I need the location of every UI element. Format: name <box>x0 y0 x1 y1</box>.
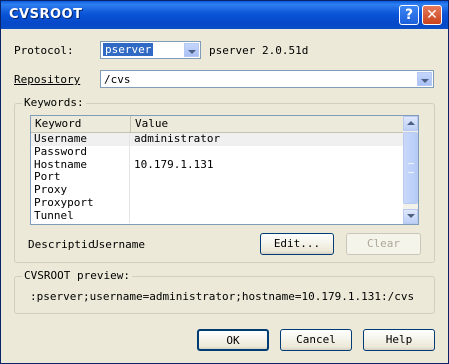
protocol-label: Protocol: <box>14 44 74 57</box>
table-row[interactable]: Username administrator <box>31 132 404 146</box>
table-row[interactable]: Password <box>31 144 404 159</box>
repository-value[interactable]: /cvs <box>104 73 131 86</box>
scroll-up-icon[interactable] <box>403 116 418 131</box>
close-icon[interactable]: ✕ <box>422 5 442 25</box>
clear-button: Clear <box>346 233 421 255</box>
column-header-value[interactable]: Value <box>131 116 404 132</box>
keywords-group-label: Keywords: <box>22 96 86 109</box>
preview-group-label: CVSROOT preview: <box>22 269 132 282</box>
chevron-down-icon[interactable] <box>184 43 199 57</box>
keyword-cell: Username <box>34 132 87 145</box>
table-row[interactable]: Port <box>31 171 404 185</box>
protocol-version: pserver 2.0.51d <box>209 44 309 57</box>
edit-button-label: Edit... <box>273 237 321 250</box>
keyword-cell: Tunnel <box>34 208 74 222</box>
keyword-cell: Proxyport <box>34 195 94 209</box>
cvsroot-preview-text: :pserver;username=administrator;hostname… <box>30 290 415 303</box>
keywords-list-header: Keyword Value <box>31 116 404 133</box>
help-button[interactable]: Help <box>363 329 435 351</box>
table-row[interactable]: Proxyport <box>31 195 404 210</box>
column-header-keyword[interactable]: Keyword <box>31 116 131 132</box>
chevron-down-icon[interactable] <box>417 72 432 86</box>
cancel-button[interactable]: Cancel <box>280 329 352 351</box>
table-row[interactable]: Tunnel <box>31 208 404 223</box>
help-button-label: Help <box>385 333 413 346</box>
description-label: Descriptic <box>28 238 95 251</box>
keywords-rows: Username administrator Password Hostname 1… <box>31 132 404 223</box>
value-cell: administrator <box>134 132 221 145</box>
keywords-list[interactable]: Keyword Value Username administrator Pass… <box>30 115 419 225</box>
help-icon[interactable]: ? <box>399 5 419 25</box>
protocol-selected-value: pserver <box>103 43 154 56</box>
scrollbar-thumb[interactable] <box>403 132 418 204</box>
value-cell: 10.179.1.131 <box>134 157 214 171</box>
ok-button[interactable]: OK <box>197 329 269 351</box>
edit-button[interactable]: Edit... <box>260 233 334 255</box>
title-bar[interactable]: CVSROOT ? ✕ <box>1 1 448 29</box>
clear-button-label: Clear <box>366 237 401 250</box>
cvsroot-dialog: CVSROOT ? ✕ Protocol: pserver pserver 2.… <box>0 0 449 364</box>
keywords-scrollbar[interactable] <box>403 116 418 224</box>
protocol-dropdown[interactable]: pserver <box>100 41 201 59</box>
cancel-button-label: Cancel <box>296 333 336 346</box>
table-row[interactable]: Hostname 10.179.1.131 <box>31 157 404 172</box>
window-title: CVSROOT <box>9 7 83 22</box>
description-value: Username <box>92 238 145 251</box>
scroll-down-icon[interactable] <box>403 209 418 224</box>
keyword-cell: Password <box>34 144 87 158</box>
repository-combobox[interactable]: /cvs <box>100 70 434 88</box>
ok-button-label: OK <box>226 334 240 347</box>
repository-label: Repository <box>14 73 81 86</box>
